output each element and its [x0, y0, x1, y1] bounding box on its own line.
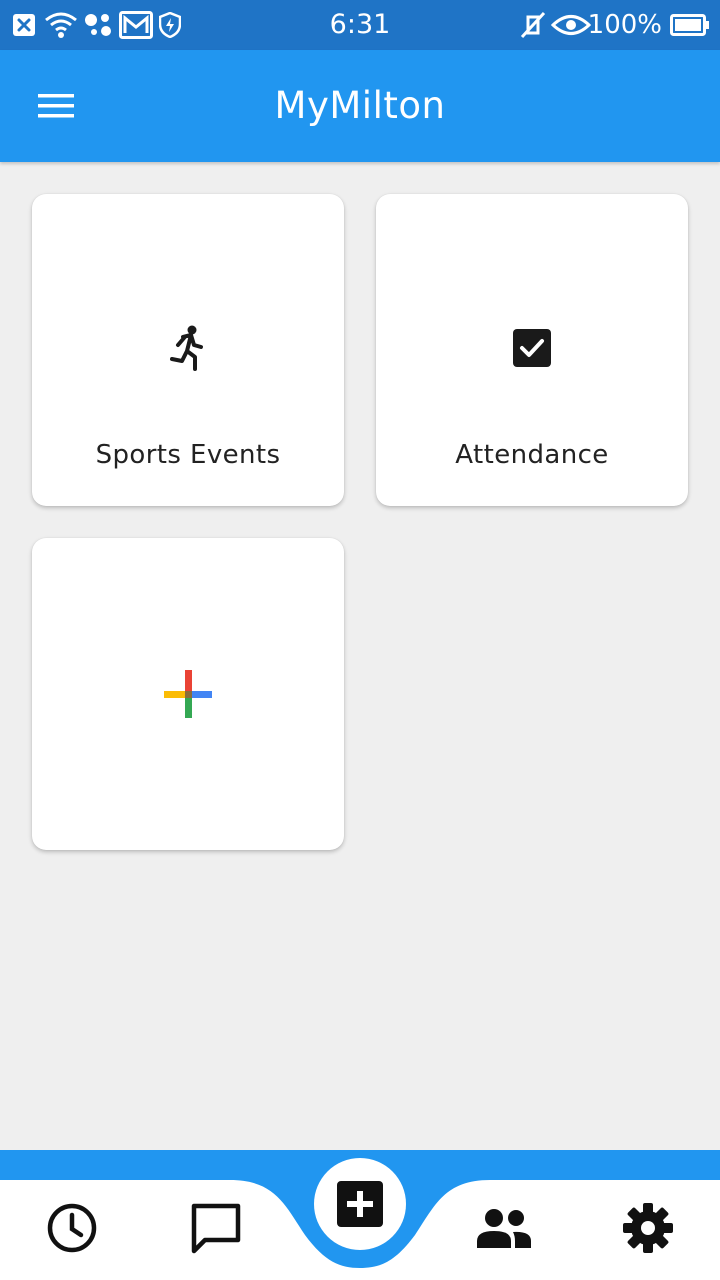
tile-sports-events[interactable]: Sports Events — [32, 194, 344, 506]
eye-icon — [550, 0, 592, 50]
checkbox-checked-icon — [376, 324, 688, 372]
battery-percentage: 100% — [587, 10, 662, 40]
add-box-icon[interactable] — [314, 1158, 406, 1250]
page-title: MyMilton — [274, 84, 446, 127]
tile-add-new[interactable] — [32, 538, 344, 850]
vibrate-off-icon — [518, 0, 548, 50]
hamburger-menu-icon[interactable] — [22, 72, 90, 140]
chat-bubble-icon[interactable] — [184, 1196, 248, 1260]
battery-icon — [670, 0, 710, 50]
tile-label: Attendance — [455, 440, 609, 470]
running-person-icon — [32, 324, 344, 372]
tile-label: Sports Events — [95, 440, 281, 470]
clock-icon[interactable] — [40, 1196, 104, 1260]
add-colored-plus-icon — [32, 670, 344, 718]
app-bar: MyMilton — [0, 50, 720, 162]
people-icon[interactable] — [472, 1196, 536, 1260]
status-bar: 6:31 100% — [0, 0, 720, 50]
settings-gear-icon[interactable] — [616, 1196, 680, 1260]
tile-attendance[interactable]: Attendance — [376, 194, 688, 506]
